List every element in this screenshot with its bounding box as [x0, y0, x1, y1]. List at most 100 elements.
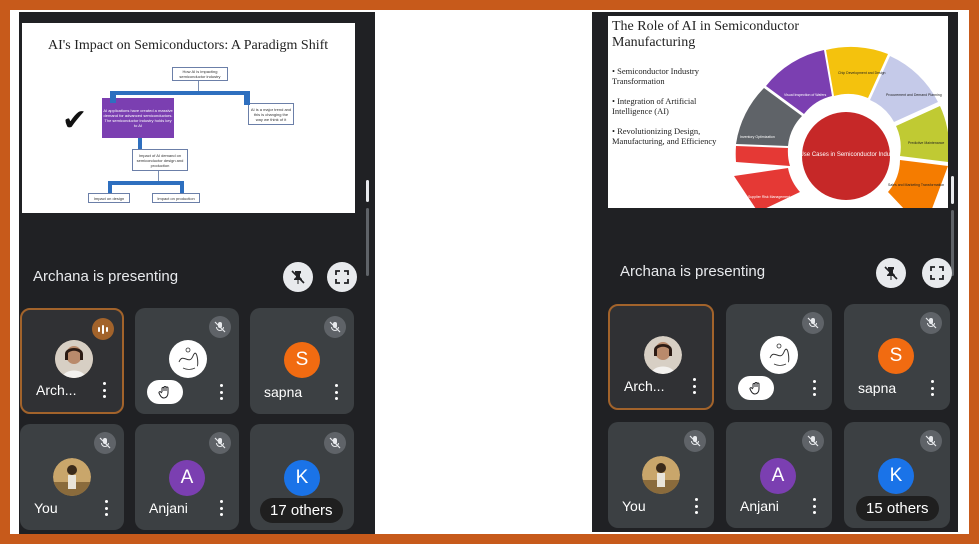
diagram-connector [110, 91, 250, 95]
segment-supplier [734, 168, 800, 208]
wheel-center-label: AI Use Cases in Semiconductor Industry [792, 152, 900, 158]
unpin-button[interactable] [283, 262, 313, 292]
bullet-item: • Semiconductor Industry Transformation [612, 66, 700, 86]
avatar: A [169, 460, 205, 496]
participant-tile-archana[interactable]: Arch... [608, 304, 714, 410]
participant-name: Arch... [36, 382, 77, 398]
more-options-icon[interactable] [812, 498, 816, 514]
participant-tile-others[interactable]: K K 15 others [844, 422, 950, 528]
diagram-box-bottom-left: Impact on design [88, 193, 130, 203]
bullet-item: • Revolutionizing Design, Manufacturing,… [612, 126, 717, 146]
diagram-connector [108, 181, 112, 193]
avatar [642, 456, 680, 494]
slide-title: AI's Impact on Semiconductors: A Paradig… [48, 38, 329, 53]
segment-label: Procurement and Demand Planning [886, 93, 942, 97]
avatar [53, 458, 91, 496]
pin-off-icon [884, 266, 898, 280]
more-options-icon[interactable] [102, 382, 106, 398]
bullet-item: • Integration of Artificial Intelligence… [612, 96, 697, 116]
participant-tile-logo[interactable] [135, 308, 239, 414]
fullscreen-icon [930, 266, 944, 280]
segment-label: Inventory Optimization [740, 135, 775, 139]
avatar: S [878, 338, 914, 374]
scrollbar-thumb[interactable] [366, 180, 369, 202]
participant-tile-you[interactable]: You [608, 422, 714, 528]
diagram-connector [198, 81, 199, 91]
mic-off-icon [684, 430, 706, 452]
presenting-label: Archana is presenting [620, 263, 766, 280]
presenting-bar: Archana is presenting [19, 212, 375, 298]
mic-off-icon [324, 316, 346, 338]
fullscreen-button[interactable] [922, 258, 952, 288]
diagram-box-middle: Impact of AI demand on semiconductor des… [132, 149, 188, 171]
participant-name: Arch... [624, 378, 665, 394]
checkmark-icon: ✔ [62, 104, 88, 137]
avatar: K [284, 460, 320, 496]
speaking-indicator-icon [92, 318, 114, 340]
presenting-bar: Archana is presenting [592, 208, 958, 294]
participant-tile-anjani[interactable]: A Anjani [135, 424, 239, 530]
participant-name: You [622, 498, 646, 514]
avatar: K [878, 458, 914, 494]
avatar [55, 340, 93, 378]
participant-tile-sapna[interactable]: S sapna [844, 304, 950, 410]
raised-hand-badge [147, 380, 183, 404]
segment-label: Supplier Risk Management [748, 195, 790, 199]
more-options-icon[interactable] [219, 500, 223, 516]
participant-tile-archana[interactable]: Arch... [20, 308, 124, 414]
participant-tile-anjani[interactable]: A Anjani [726, 422, 832, 528]
avatar: S [284, 342, 320, 378]
avatar [644, 336, 682, 374]
more-options-icon[interactable] [812, 380, 816, 396]
more-options-icon[interactable] [694, 498, 698, 514]
shared-slide: The Role of AI in Semiconductor Manufact… [608, 16, 948, 208]
participant-name: Anjani [149, 500, 188, 516]
raised-hand-badge [738, 376, 774, 400]
mic-off-icon [802, 430, 824, 452]
mic-off-icon [209, 316, 231, 338]
participant-name: Anjani [740, 498, 779, 514]
diagram-box-top: How AI is impacting semiconductor indust… [172, 67, 228, 81]
shared-slide: AI's Impact on Semiconductors: A Paradig… [22, 23, 355, 213]
more-options-icon[interactable] [334, 384, 338, 400]
segment-label: Predictive Maintenance [908, 141, 944, 145]
segment-label: Sales and Marketing Transformation [888, 183, 944, 187]
scrollbar-thumb[interactable] [951, 176, 954, 204]
unpin-button[interactable] [876, 258, 906, 288]
more-options-icon[interactable] [104, 500, 108, 516]
diagram-connector [158, 171, 159, 181]
pin-off-icon [291, 270, 305, 284]
diagram-connector [138, 138, 142, 149]
participant-tile-logo[interactable] [726, 304, 832, 410]
segment-label: Chip Development and Design [838, 71, 886, 75]
participant-name: sapna [858, 380, 897, 396]
others-count-button[interactable]: 15 others [856, 496, 939, 521]
diagram-connector [244, 91, 250, 105]
mic-off-icon [324, 432, 346, 454]
participant-tile-sapna[interactable]: S sapna [250, 308, 354, 414]
meet-window-right: The Role of AI in Semiconductor Manufact… [592, 12, 958, 532]
slide-bullets: • Semiconductor Industry Transformation … [612, 66, 724, 156]
diagram-connector [108, 181, 184, 185]
others-count-button[interactable]: 17 others [260, 498, 343, 523]
participant-tile-you[interactable]: You [20, 424, 124, 530]
mic-off-icon [94, 432, 116, 454]
screenshot-canvas: AI's Impact on Semiconductors: A Paradig… [10, 10, 969, 534]
meet-window-left: AI's Impact on Semiconductors: A Paradig… [19, 12, 375, 534]
participant-tile-others[interactable]: K K 17 others [250, 424, 354, 530]
avatar [169, 340, 207, 378]
raised-hand-icon [749, 382, 760, 395]
more-options-icon[interactable] [930, 380, 934, 396]
segment-label: Visual Inspection of Wafers [784, 93, 826, 97]
diagram-connector [180, 181, 184, 193]
avatar: A [760, 458, 796, 494]
more-options-icon[interactable] [219, 384, 223, 400]
mic-off-icon [920, 312, 942, 334]
avatar [760, 336, 798, 374]
more-options-icon[interactable] [692, 378, 696, 394]
segment-supplier [735, 146, 790, 166]
participant-name: You [34, 500, 58, 516]
mic-off-icon [209, 432, 231, 454]
fullscreen-button[interactable] [327, 262, 357, 292]
mic-off-icon [802, 312, 824, 334]
